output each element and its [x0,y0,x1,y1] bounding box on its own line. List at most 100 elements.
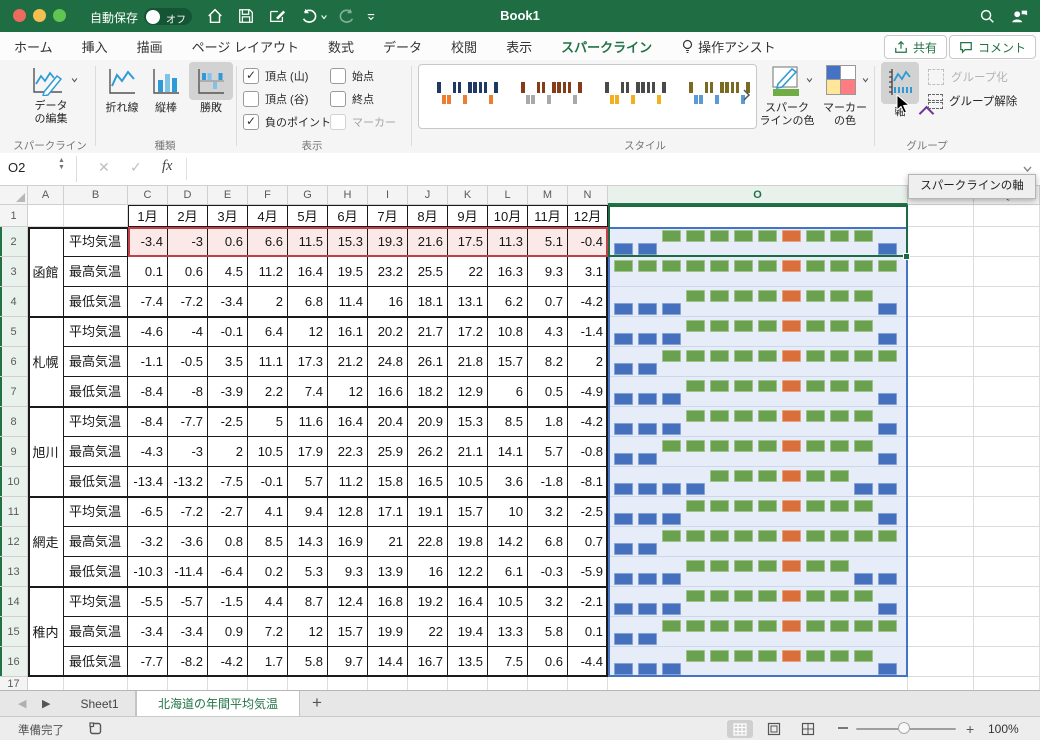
value-cell[interactable]: -13.4 [128,467,168,497]
value-cell[interactable]: -2.7 [208,497,248,527]
cell-P[interactable] [908,287,974,317]
value-cell[interactable]: 16.4 [328,407,368,437]
value-cell[interactable]: 4.3 [528,317,568,347]
cell-P[interactable] [908,317,974,347]
city-cell-稚内[interactable]: 稚内 [28,587,64,677]
value-cell[interactable]: 15.3 [448,407,488,437]
worksheet-grid[interactable]: ABCDEFGHIJKLMNOPQ12345678910111213141516… [0,186,1040,690]
value-cell[interactable]: 19.9 [368,617,408,647]
value-cell[interactable]: -7.4 [128,287,168,317]
value-cell[interactable]: 21.1 [448,437,488,467]
ribbon-tab[interactable]: ホーム [12,33,55,60]
row-header-4[interactable]: 4 [0,287,28,317]
sheet-tab-sheet1[interactable]: Sheet1 [64,691,136,716]
value-cell[interactable]: 18.1 [408,287,448,317]
type-column-button[interactable]: 縦棒 [146,62,186,122]
value-cell[interactable]: 7.2 [248,617,288,647]
value-cell[interactable]: -7.2 [168,287,208,317]
edit-data-button[interactable]: データ の編集 [20,64,82,136]
value-cell[interactable]: 13.9 [368,557,408,587]
value-cell[interactable]: 10.5 [248,437,288,467]
cell-row17[interactable] [168,677,208,690]
value-cell[interactable]: 20.9 [408,407,448,437]
value-cell[interactable]: 16.5 [408,467,448,497]
column-header-F[interactable]: F [248,186,288,205]
value-cell[interactable]: 1.8 [528,407,568,437]
value-cell[interactable]: 15.7 [328,617,368,647]
value-cell[interactable]: 10.8 [488,317,528,347]
month-header-cell[interactable]: 3月 [208,205,248,227]
row-header-1[interactable]: 1 [0,205,28,227]
series-label-cell[interactable]: 最高気温 [64,527,128,557]
checkbox-負のポイント[interactable]: ✓ 負のポイント [243,114,331,130]
cell-P[interactable] [908,587,974,617]
city-cell-函館[interactable]: 函館 [28,227,64,317]
cell-row17[interactable] [208,677,248,690]
cell-Q[interactable] [974,497,1040,527]
value-cell[interactable]: -4.4 [568,647,608,677]
value-cell[interactable]: 8.5 [488,407,528,437]
value-cell[interactable]: 26.2 [408,437,448,467]
value-cell[interactable]: 19.1 [408,497,448,527]
cell-row17[interactable] [28,677,64,690]
page-layout-view-button[interactable] [761,720,787,738]
formula-input[interactable] [192,153,1012,185]
value-cell[interactable]: 0.6 [528,647,568,677]
row-header-13[interactable]: 13 [0,557,28,587]
row-header-9[interactable]: 9 [0,437,28,467]
ribbon-tab[interactable]: 挿入 [80,33,110,60]
cell-row17[interactable] [128,677,168,690]
value-cell[interactable]: 1.7 [248,647,288,677]
row-header-7[interactable]: 7 [0,377,28,407]
ribbon-tab[interactable]: 描画 [135,33,165,60]
value-cell[interactable]: -3 [168,437,208,467]
column-header-H[interactable]: H [328,186,368,205]
cell-row17[interactable] [64,677,128,690]
value-cell[interactable]: 12.9 [448,377,488,407]
value-cell[interactable]: 22.8 [408,527,448,557]
value-cell[interactable]: 15.7 [488,347,528,377]
checkbox-box[interactable]: ✓ [243,68,259,84]
value-cell[interactable]: 15.3 [328,227,368,257]
cell-Q[interactable] [974,557,1040,587]
value-cell[interactable]: -0.4 [568,227,608,257]
value-cell[interactable]: 9.4 [288,497,328,527]
value-cell[interactable]: 14.2 [488,527,528,557]
sparkline-cell[interactable] [608,587,908,617]
value-cell[interactable]: 22.3 [328,437,368,467]
month-header-cell[interactable]: 9月 [448,205,488,227]
value-cell[interactable]: -7.2 [168,497,208,527]
cell-A1[interactable] [28,205,64,227]
value-cell[interactable]: 5.8 [288,647,328,677]
value-cell[interactable]: -3 [168,227,208,257]
sparkline-cell[interactable] [608,257,908,287]
cell-row17[interactable] [488,677,528,690]
value-cell[interactable]: -5.5 [128,587,168,617]
select-all-corner[interactable] [0,186,28,205]
value-cell[interactable]: 16.1 [328,317,368,347]
share-user-icon[interactable] [1010,7,1028,25]
value-cell[interactable]: 9.3 [528,257,568,287]
value-cell[interactable]: 14.1 [488,437,528,467]
value-cell[interactable]: -0.3 [528,557,568,587]
value-cell[interactable]: 0.6 [168,257,208,287]
value-cell[interactable]: 25.9 [368,437,408,467]
value-cell[interactable]: 2 [208,437,248,467]
cell-row17[interactable] [908,677,974,690]
sparkline-cell[interactable] [608,437,908,467]
column-header-K[interactable]: K [448,186,488,205]
value-cell[interactable]: -0.5 [168,347,208,377]
cell-Q[interactable] [974,587,1040,617]
ungroup-button[interactable]: グループ解除 [928,92,1038,110]
city-cell-旭川[interactable]: 旭川 [28,407,64,497]
series-label-cell[interactable]: 最高気温 [64,257,128,287]
cell-P[interactable] [908,347,974,377]
column-header-G[interactable]: G [288,186,328,205]
cell-P1[interactable] [908,205,974,227]
value-cell[interactable]: 13.5 [448,647,488,677]
value-cell[interactable]: 0.5 [528,377,568,407]
series-label-cell[interactable]: 最高気温 [64,437,128,467]
share-button[interactable]: 共有 [884,35,948,59]
cell-row17[interactable] [288,677,328,690]
value-cell[interactable]: 11.3 [488,227,528,257]
